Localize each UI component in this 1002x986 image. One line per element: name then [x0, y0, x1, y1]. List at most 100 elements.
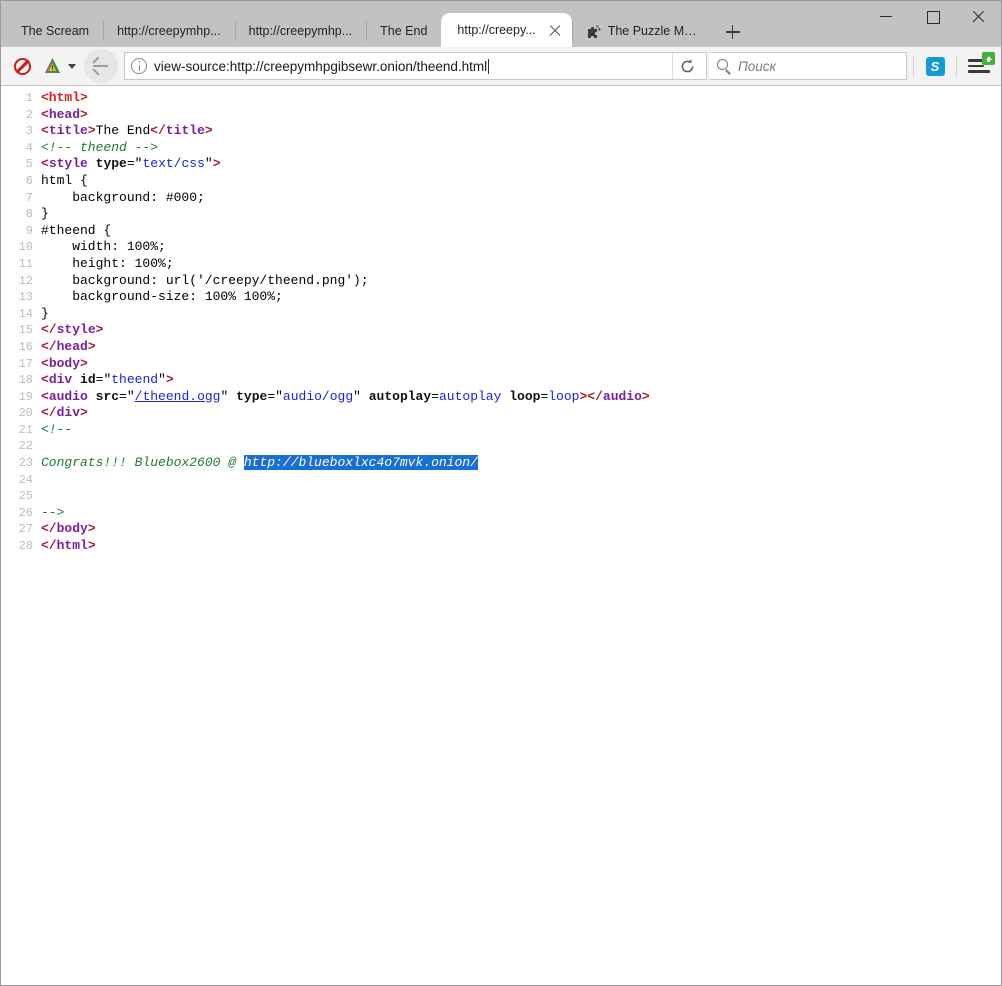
code-line: 13 background-size: 100% 100%; — [1, 289, 1001, 306]
code-text: <div id="theend"> — [41, 372, 174, 388]
tab-0[interactable]: The Scream — [7, 15, 103, 47]
skype-button[interactable]: S — [920, 51, 950, 81]
token-tag: title — [49, 123, 88, 138]
token-bracket: > — [166, 372, 174, 387]
code-text: <style type="text/css"> — [41, 156, 221, 172]
code-line: 3<title>The End</title> — [1, 123, 1001, 140]
token-attr: type — [96, 156, 127, 171]
code-text: </html> — [41, 538, 96, 554]
code-line: 24 — [1, 472, 1001, 489]
code-text: </style> — [41, 322, 103, 338]
token-plain: background-size: 100% 100%; — [41, 289, 283, 304]
reload-button[interactable] — [672, 53, 702, 79]
code-line: 7 background: #000; — [1, 190, 1001, 207]
line-number: 11 — [1, 257, 41, 273]
code-line: 28</html> — [1, 538, 1001, 555]
token-tag: head — [57, 339, 88, 354]
token-plain: =" — [96, 372, 112, 387]
url-input[interactable]: view-source:http://creepymhpgibsewr.onio… — [154, 59, 672, 74]
back-arrow-icon — [93, 65, 108, 67]
code-text: </body> — [41, 521, 96, 537]
tor-security-level-button[interactable] — [39, 51, 65, 81]
token-bracket: < — [41, 107, 49, 122]
code-line: 1<html> — [1, 90, 1001, 107]
code-line: 18<div id="theend"> — [1, 372, 1001, 389]
token-bracket: < — [41, 389, 49, 404]
address-bar[interactable]: view-source:http://creepymhpgibsewr.onio… — [124, 52, 707, 80]
token-tag: title — [166, 123, 205, 138]
tab-2[interactable]: http://creepymhp... — [235, 15, 367, 47]
token-bracket: > — [80, 405, 88, 420]
token-val: theend — [111, 372, 158, 387]
line-number: 24 — [1, 473, 41, 489]
menu-button[interactable] — [963, 51, 995, 81]
token-comment: <!-- — [41, 422, 72, 437]
token-bracket: </ — [41, 405, 57, 420]
navigation-toolbar: view-source:http://creepymhpgibsewr.onio… — [1, 47, 1001, 86]
code-line: 16</head> — [1, 339, 1001, 356]
code-line: 23Congrats!!! Bluebox2600 @ http://blueb… — [1, 455, 1001, 472]
line-number: 19 — [1, 390, 41, 406]
token-bracket: > — [96, 322, 104, 337]
line-number: 3 — [1, 124, 41, 140]
token-tag: audio — [603, 389, 642, 404]
back-button[interactable] — [84, 49, 118, 83]
minimize-button[interactable] — [863, 1, 909, 31]
new-tab-button[interactable] — [718, 17, 748, 47]
tab-5[interactable]: The Puzzle Ma... — [572, 15, 712, 47]
token-plain: width: 100%; — [41, 239, 166, 254]
token-bracket: </ — [150, 123, 166, 138]
token-tag: style — [57, 322, 96, 337]
token-bracket: </ — [587, 389, 603, 404]
puzzle-icon — [586, 24, 601, 39]
close-button[interactable] — [955, 1, 1001, 31]
token-attr: loop — [509, 389, 540, 404]
token-plain: } — [41, 306, 49, 321]
line-number: 13 — [1, 290, 41, 306]
code-line: 22 — [1, 438, 1001, 455]
line-number: 2 — [1, 108, 41, 124]
code-text: width: 100%; — [41, 239, 166, 255]
token-tag: div — [49, 372, 72, 387]
code-text: Congrats!!! Bluebox2600 @ http://bluebox… — [41, 455, 478, 471]
token-plain — [72, 372, 80, 387]
site-info-icon[interactable] — [131, 58, 147, 74]
noscript-button[interactable] — [7, 51, 37, 81]
token-bracket: > — [88, 339, 96, 354]
code-line: 17<body> — [1, 356, 1001, 373]
token-bracket: < — [41, 156, 49, 171]
code-text — [41, 488, 49, 504]
token-plain: height: 100%; — [41, 256, 174, 271]
text-cursor — [488, 59, 489, 74]
token-plain: =" — [119, 389, 135, 404]
tab-label: http://creepymhp... — [249, 24, 353, 38]
search-bar[interactable]: Поиск — [709, 52, 907, 80]
reload-icon — [680, 59, 695, 74]
token-link[interactable]: /theend.ogg — [135, 389, 221, 404]
code-line: 10 width: 100%; — [1, 239, 1001, 256]
chevron-down-icon[interactable] — [68, 64, 76, 69]
tab-label: http://creepymhp... — [117, 24, 221, 38]
line-number: 1 — [1, 91, 41, 107]
code-line: 21<!-- — [1, 422, 1001, 439]
code-text: <!-- theend --> — [41, 140, 158, 156]
tab-3[interactable]: The End — [366, 15, 441, 47]
tab-close-button[interactable] — [544, 19, 566, 41]
toolbar-divider — [913, 55, 914, 77]
code-text: } — [41, 306, 49, 322]
line-number: 17 — [1, 357, 41, 373]
token-bracket: > — [88, 538, 96, 553]
tab-4[interactable]: http://creepy... — [441, 13, 571, 47]
code-text: --> — [41, 505, 64, 521]
code-text — [41, 472, 49, 488]
token-tag: div — [57, 405, 80, 420]
line-number: 14 — [1, 307, 41, 323]
search-input[interactable]: Поиск — [738, 59, 776, 74]
noscript-blocked-icon — [14, 58, 31, 75]
tab-1[interactable]: http://creepymhp... — [103, 15, 235, 47]
maximize-button[interactable] — [909, 1, 955, 31]
line-number: 12 — [1, 274, 41, 290]
source-code-view[interactable]: 1<html>2<head>3<title>The End</title>4<!… — [1, 86, 1001, 985]
code-text: #theend { — [41, 223, 111, 239]
token-plain: = — [431, 389, 439, 404]
